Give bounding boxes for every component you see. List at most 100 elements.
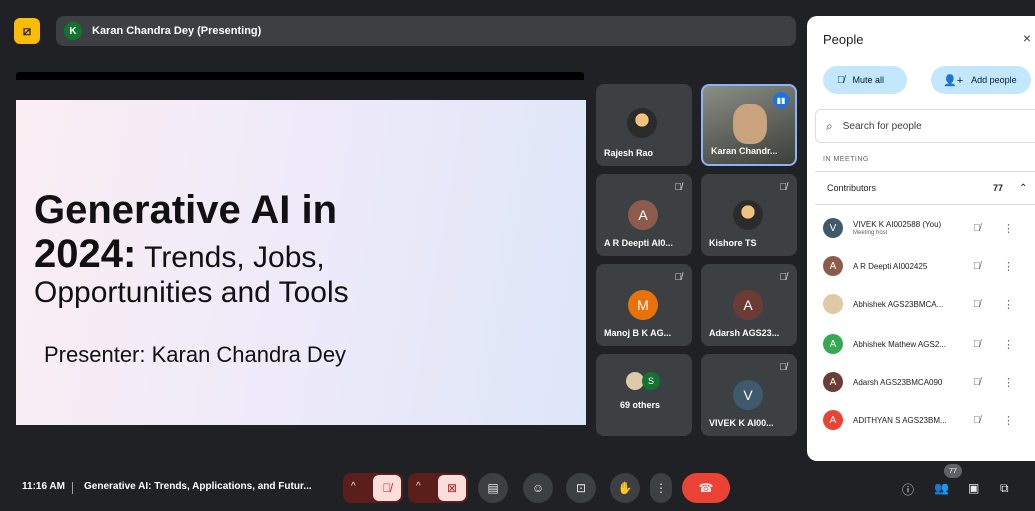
divider: [72, 482, 73, 494]
search-input[interactable]: Search for people: [843, 121, 922, 132]
others-tile[interactable]: S 69 others: [596, 354, 692, 436]
mic-off-icon[interactable]: 🎙̸: [973, 261, 989, 272]
chevron-up-icon[interactable]: ⌃: [1019, 183, 1027, 194]
info-icon[interactable]: ⓘ: [902, 481, 914, 498]
add-people-button[interactable]: 👤+ Add people: [931, 66, 1031, 94]
contributors-header[interactable]: Contributors 77 ⌃: [815, 171, 1035, 205]
slide-year: 2024:: [34, 232, 137, 276]
participant-name: Manoj B K AG...: [604, 328, 672, 338]
participant-name: Adarsh AGS23BMCA090: [853, 377, 943, 387]
participant-avatar: A: [823, 256, 843, 276]
participant-row[interactable]: A A R Deepti AI002425 🎙̸ ⋮: [823, 248, 1035, 284]
participant-avatar: V: [823, 218, 843, 238]
participant-tile[interactable]: 🎙̸ V VIVEK K AI00...: [701, 354, 797, 436]
participant-name: Karan Chandr...: [711, 146, 778, 156]
search-box[interactable]: ⌕ Search for people: [815, 109, 1035, 143]
participant-name: VIVEK K AI002588 (You) Meeting host: [853, 220, 961, 236]
participant-photo: [627, 108, 657, 138]
participant-row[interactable]: Abhishek AGS23BMCA... 🎙̸ ⋮: [823, 286, 1035, 322]
mic-off-icon[interactable]: 🎙̸: [973, 223, 989, 234]
mic-off-button[interactable]: 🎙̸: [373, 475, 401, 501]
mic-off-icon: 🎙̸: [779, 272, 788, 283]
mute-all-button[interactable]: 🎙̸ Mute all: [823, 66, 907, 94]
participant-avatar: M: [628, 290, 658, 320]
participant-row[interactable]: A ADITHYAN S AGS23BM... 🎙̸ ⋮: [823, 402, 1035, 438]
participant-name: VIVEK K AI00...: [709, 418, 774, 428]
captions-button[interactable]: ▤: [478, 473, 508, 503]
participant-tile[interactable]: 🎙̸ A A R Deepti AI0...: [596, 174, 692, 256]
mute-all-label: Mute all: [852, 75, 885, 85]
participant-avatar: A: [823, 372, 843, 392]
close-icon[interactable]: ×: [1023, 30, 1031, 46]
present-button[interactable]: ⊡: [566, 473, 596, 503]
slide-title-line2: 2024: Trends, Jobs,: [34, 234, 325, 278]
camera-off-button[interactable]: ⊠: [438, 475, 466, 501]
more-options-button[interactable]: ⋮: [650, 473, 672, 503]
slide-title-line2-rest: Trends, Jobs,: [136, 241, 325, 274]
meeting-title: Generative AI: Trends, Applications, and…: [84, 481, 312, 492]
people-panel: People × 🎙̸ Mute all 👤+ Add people ⌕ Sea…: [807, 16, 1035, 461]
participant-name: Abhishek Mathew AGS2...: [853, 339, 946, 349]
participant-tile[interactable]: Rajesh Rao: [596, 84, 692, 166]
participant-tile[interactable]: 🎙̸ A Adarsh AGS23...: [701, 264, 797, 346]
presenting-banner: K Karan Chandra Dey (Presenting): [56, 16, 796, 46]
participant-avatar: A: [823, 410, 843, 430]
participant-role: Meeting host: [853, 230, 888, 236]
camera-control-group[interactable]: ^ ⊠: [408, 473, 468, 503]
add-person-icon: 👤+: [943, 74, 964, 87]
raise-hand-button[interactable]: ✋: [610, 473, 640, 503]
add-people-label: Add people: [971, 75, 1017, 85]
mic-off-icon[interactable]: 🎙̸: [973, 377, 989, 388]
people-count-badge: 77: [944, 464, 962, 478]
participant-tile[interactable]: 🎙̸ Kishore TS: [701, 174, 797, 256]
more-options-icon[interactable]: ⋮: [1003, 376, 1014, 389]
presenter-avatar: K: [64, 22, 82, 40]
mic-off-icon[interactable]: 🎙̸: [973, 299, 989, 310]
others-count: 69 others: [620, 400, 661, 410]
end-call-button[interactable]: ☎: [682, 473, 730, 503]
slide-title-line3: Opportunities and Tools: [34, 276, 349, 309]
mic-off-icon[interactable]: 🎙̸: [973, 339, 989, 350]
participant-row[interactable]: A Abhishek Mathew AGS2... 🎙̸ ⋮: [823, 326, 1035, 362]
contributors-label: Contributors: [827, 183, 877, 193]
presentation-slide: Generative AI in 2024: Trends, Jobs, Opp…: [16, 100, 586, 425]
section-label: IN MEETING: [823, 156, 869, 163]
participant-avatar: A: [733, 290, 763, 320]
chevron-up-icon[interactable]: ^: [351, 481, 356, 492]
mic-off-icon: 🎙̸: [674, 182, 683, 193]
participant-photo: [733, 200, 763, 230]
participant-name: Rajesh Rao: [604, 148, 654, 158]
slide-presenter: Presenter: Karan Chandra Dey: [44, 342, 347, 367]
more-options-icon[interactable]: ⋮: [1003, 414, 1014, 427]
more-options-icon[interactable]: ⋮: [1003, 260, 1014, 273]
mic-off-icon: 🎙̸: [779, 362, 788, 373]
more-options-icon[interactable]: ⋮: [1003, 338, 1014, 351]
participant-avatar: V: [733, 380, 763, 410]
presenter-label: Karan Chandra Dey (Presenting): [92, 25, 262, 37]
participant-name: Abhishek AGS23BMCA...: [853, 299, 944, 309]
participant-row[interactable]: A Adarsh AGS23BMCA090 🎙̸ ⋮: [823, 364, 1035, 400]
people-icon[interactable]: 👥: [934, 481, 949, 495]
mic-off-icon: 🎙̸: [779, 182, 788, 193]
more-options-icon[interactable]: ⋮: [1003, 222, 1014, 235]
activities-icon[interactable]: ⧉: [1000, 481, 1009, 496]
participant-video: [733, 104, 767, 144]
present-status-icon[interactable]: ⧄: [14, 18, 40, 44]
participant-row[interactable]: V VIVEK K AI002588 (You) Meeting host 🎙̸ …: [823, 210, 1035, 246]
mic-control-group[interactable]: ^ 🎙̸: [343, 473, 403, 503]
contributors-count: 77: [993, 183, 1004, 193]
slide-title-line1: Generative AI in: [34, 188, 338, 232]
panel-title: People: [823, 32, 864, 47]
participant-avatar: A: [628, 200, 658, 230]
mic-off-icon: 🎙̸: [837, 74, 845, 86]
participant-name: ADITHYAN S AGS23BM...: [853, 415, 947, 425]
participant-avatar: A: [823, 334, 843, 354]
more-options-icon[interactable]: ⋮: [1003, 298, 1014, 311]
chat-icon[interactable]: ▣: [968, 481, 979, 495]
emoji-button[interactable]: ☺: [523, 473, 553, 503]
participant-tile[interactable]: 🎙̸ M Manoj B K AG...: [596, 264, 692, 346]
mic-off-icon[interactable]: 🎙̸: [973, 415, 989, 426]
participant-video-tile[interactable]: ▮▮ Karan Chandr...: [701, 84, 797, 166]
chevron-up-icon[interactable]: ^: [416, 481, 421, 492]
slide-toolbar: [16, 72, 584, 80]
